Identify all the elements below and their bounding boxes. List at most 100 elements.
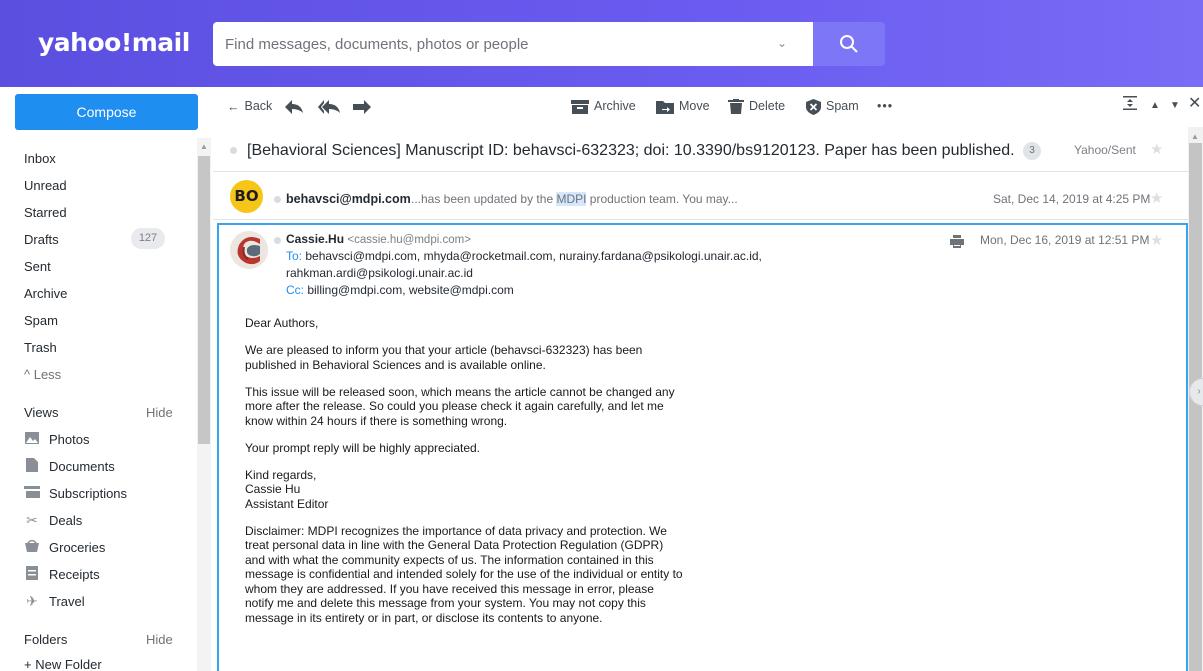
move-button[interactable]: Move	[656, 96, 710, 116]
yahoo-mail-logo[interactable]: yahoo!mail	[38, 28, 190, 57]
snippet-text: ...has been updated by the	[411, 192, 557, 206]
sidebar-item-drafts[interactable]: Drafts 127	[0, 228, 212, 257]
folders-section-header: Folders Hide	[0, 630, 212, 657]
signature-line: Kind regards,	[245, 467, 317, 482]
view-item-deals[interactable]: ✂ Deals	[0, 511, 212, 538]
view-item-receipts[interactable]: Receipts	[0, 565, 212, 592]
views-title: Views	[24, 405, 59, 420]
compose-button[interactable]: Compose	[15, 94, 198, 130]
search-button[interactable]	[813, 22, 885, 66]
signature-line: Cassie Hu	[245, 482, 301, 496]
sender: Cassie.Hu <cassie.hu@mdpi.com>	[286, 232, 471, 246]
folder-tag[interactable]: Yahoo/Sent	[1074, 143, 1136, 157]
views-hide-link[interactable]: Hide	[146, 403, 173, 423]
sidebar-item-unread[interactable]: Unread	[0, 176, 212, 203]
sidebar-item-trash[interactable]: Trash	[0, 338, 212, 365]
sidebar-item-spam[interactable]: Spam	[0, 311, 212, 338]
print-button[interactable]	[950, 235, 964, 251]
search-input[interactable]	[225, 22, 755, 66]
body-paragraph: Your prompt reply will be highly appreci…	[245, 440, 481, 455]
sidebar-scroll-thumb[interactable]	[198, 156, 210, 444]
trash-icon	[728, 99, 744, 115]
reply-all-icon	[318, 99, 340, 114]
subject-text: [Behavioral Sciences] Manuscript ID: beh…	[247, 142, 1015, 160]
print-icon	[950, 235, 964, 248]
receipts-icon	[24, 566, 40, 582]
caret-up-icon: ▲	[1150, 100, 1160, 111]
view-item-subscriptions[interactable]: Subscriptions	[0, 484, 212, 511]
collapsed-message-row[interactable]: BO behavsci@mdpi.com ...has been updated…	[213, 173, 1188, 220]
unread-dot-icon[interactable]	[274, 237, 281, 244]
scroll-up-icon[interactable]: ▲	[200, 142, 208, 151]
view-item-photos[interactable]: Photos	[0, 430, 212, 457]
new-folder-button[interactable]: + New Folder	[0, 655, 212, 671]
views-section-header: Views Hide	[0, 403, 212, 430]
cc-line: Cc: billing@mdpi.com, website@mdpi.com	[286, 283, 514, 297]
previous-message-button[interactable]: ▲	[1150, 96, 1160, 116]
delete-label: Delete	[749, 99, 786, 113]
signature-line: Assistant Editor	[245, 496, 329, 511]
spam-shield-icon	[806, 98, 821, 115]
star-icon[interactable]: ★	[1150, 231, 1163, 249]
close-message-button[interactable]: ✕	[1188, 94, 1201, 114]
to-recipients: rahkman.ardi@psikologi.unair.ac.id	[286, 266, 473, 280]
sidebar-item-sent[interactable]: Sent	[0, 257, 212, 284]
to-label: To:	[286, 249, 303, 263]
view-item-travel[interactable]: ✈ Travel	[0, 592, 212, 619]
spam-label: Spam	[826, 99, 859, 113]
view-item-documents[interactable]: Documents	[0, 457, 212, 484]
message-scroll-thumb[interactable]	[1189, 143, 1202, 671]
search-icon	[840, 35, 858, 53]
caret-down-icon: ▼	[1170, 100, 1180, 111]
delete-button[interactable]: Delete	[728, 96, 785, 116]
view-item-label: Travel	[49, 594, 85, 609]
back-label: Back	[244, 99, 273, 113]
sidebar-item-archive[interactable]: Archive	[0, 284, 212, 311]
close-icon: ✕	[1188, 95, 1202, 112]
message-date: Sat, Dec 14, 2019 at 4:25 PM	[993, 192, 1151, 206]
view-item-label: Documents	[49, 459, 115, 474]
sender-name: Cassie.Hu	[286, 232, 345, 246]
next-message-button[interactable]: ▼	[1170, 96, 1180, 116]
view-item-groceries[interactable]: Groceries	[0, 538, 212, 565]
star-icon[interactable]: ★	[1150, 189, 1163, 207]
cc-label: Cc:	[286, 283, 304, 297]
message-pane: [Behavioral Sciences] Manuscript ID: beh…	[213, 127, 1188, 671]
move-folder-icon	[656, 100, 674, 114]
unread-dot-icon[interactable]	[274, 196, 281, 203]
less-toggle[interactable]: ^ Less	[0, 365, 212, 392]
cc-recipients: billing@mdpi.com, website@mdpi.com	[307, 283, 514, 297]
archive-button[interactable]: Archive	[571, 96, 636, 116]
to-recipients: behavsci@mdpi.com, mhyda@rocketmail.com,…	[305, 249, 762, 263]
sidebar-item-label: Drafts	[24, 232, 59, 247]
search-options-chevron-icon[interactable]: ⌄	[773, 36, 791, 52]
avatar: BO	[230, 180, 263, 213]
sidebar-scrollbar[interactable]: ▲	[197, 138, 211, 671]
subscriptions-icon	[24, 485, 40, 501]
folders-title: Folders	[24, 632, 68, 647]
sidebar-item-starred[interactable]: Starred	[0, 203, 212, 230]
spam-button[interactable]: Spam	[806, 96, 859, 116]
sender-email: <cassie.hu@mdpi.com>	[347, 234, 471, 246]
reply-button[interactable]	[285, 96, 308, 116]
drafts-count-badge: 127	[131, 228, 165, 249]
expand-collapse-button[interactable]	[1123, 96, 1137, 116]
top-bar: yahoo!mail ⌄	[0, 0, 1203, 87]
star-icon[interactable]: ★	[1150, 140, 1163, 158]
unread-dot-icon[interactable]	[230, 147, 237, 154]
folders-hide-link[interactable]: Hide	[146, 630, 173, 650]
forward-button[interactable]	[353, 96, 376, 116]
view-item-label: Receipts	[49, 567, 100, 582]
back-button[interactable]: ← Back	[227, 96, 272, 117]
sidebar-item-inbox[interactable]: Inbox	[0, 149, 212, 176]
to-line: To: behavsci@mdpi.com, mhyda@rocketmail.…	[286, 249, 762, 263]
forward-icon	[353, 99, 371, 114]
reply-all-button[interactable]	[318, 96, 345, 116]
scroll-up-icon[interactable]: ▲	[1191, 132, 1199, 141]
archive-label: Archive	[594, 99, 636, 113]
message-body: Dear Authors, We are pleased to inform y…	[245, 316, 685, 638]
sender-name: behavsci@mdpi.com	[286, 192, 411, 206]
reply-icon	[285, 99, 303, 114]
more-actions-button[interactable]: •••	[877, 96, 893, 116]
back-arrow-icon: ←	[227, 99, 240, 114]
